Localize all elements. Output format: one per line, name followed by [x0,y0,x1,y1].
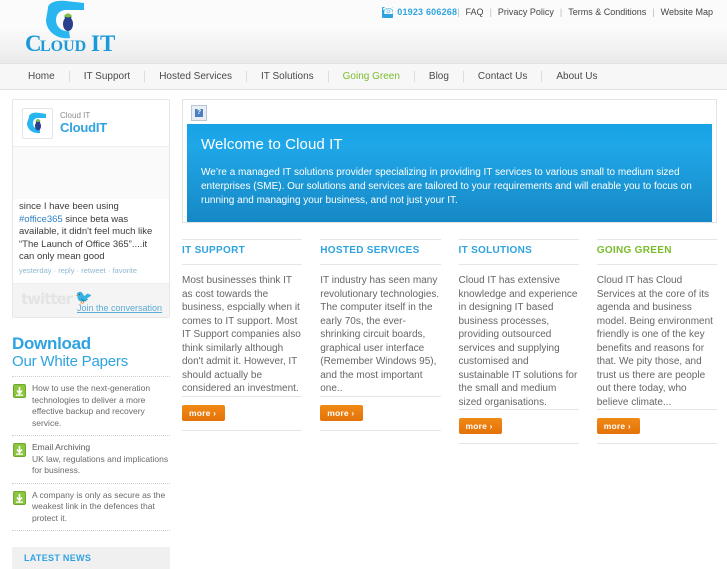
utility-nav: | FAQ | Privacy Policy | Terms & Conditi… [457,7,719,17]
utility-link-faq[interactable]: FAQ [460,7,490,17]
cloud-it-logo-icon: C LOUD IT [25,0,115,56]
tweet-time: yesterday [19,265,52,275]
twitter-feed-spacer [13,147,169,199]
hero-banner: Welcome to Cloud IT We’re a managed IT s… [187,124,712,222]
meta-dot: · [76,265,80,275]
hero-frame: ? Welcome to Cloud IT We’re a managed IT… [182,99,717,223]
column-body: Most businesses think IT as cost towards… [182,275,301,394]
tweet-favorite-link[interactable]: favorite [112,266,137,275]
twitter-header: Cloud IT CloudIT [13,100,169,146]
twitter-identity: Cloud IT CloudIT [60,111,107,135]
column-body: Cloud IT has extensive knowledge and exp… [458,275,578,408]
divider [320,264,441,265]
more-button[interactable]: more › [596,418,640,434]
nav-item-hosted-services[interactable]: Hosted Services [145,71,246,82]
divider [458,443,579,444]
twitter-handle: CloudIT [60,119,107,135]
tweet-meta: yesterday · reply · retweet · favorite [19,264,163,278]
primary-nav: Home IT Support Hosted Services IT Solut… [0,63,727,90]
avatar [22,108,53,139]
white-papers-block: Download Our White Papers How to use the… [12,334,170,531]
phone-number: 01923 606268 [397,7,458,17]
white-paper-desc: UK law, regulations and implications for… [32,453,169,476]
utility-link-privacy-policy[interactable]: Privacy Policy [492,7,560,17]
white-paper-text: Email Archiving UK law, regulations and … [32,442,170,477]
service-column-hosted-services: HOSTED SERVICES IT industry has seen man… [320,239,458,444]
divider [182,264,303,265]
service-column-it-support: IT SUPPORT Most businesses think IT as c… [182,239,320,444]
meta-dot: · [53,265,57,275]
hero-body: We’re a managed IT solutions provider sp… [201,167,692,206]
sidebar: Cloud IT CloudIT since I have been using… [12,99,170,569]
cloud-it-avatar-icon [27,112,46,134]
white-paper-text: A company is only as secure as the weake… [32,489,166,523]
download-arrow-icon [13,384,26,398]
twitter-feed: since I have been using #office365 since… [13,146,169,283]
divider [320,429,441,431]
more-button[interactable]: more › [182,404,226,421]
column-footer: more › [458,409,579,444]
twitter-wordmark: twitter [21,290,73,308]
white-paper-item[interactable]: Email Archiving UK law, regulations and … [12,436,170,484]
meta-dot: · [107,265,111,275]
download-arrow-icon [13,490,26,505]
white-paper-item[interactable]: A company is only as secure as the weake… [12,484,170,531]
column-heading: IT SOLUTIONS [458,239,579,256]
column-footer: more › [182,395,303,431]
divider [458,264,579,265]
column-footer: more › [596,409,717,444]
tweet-retweet-link[interactable]: retweet [81,266,106,275]
main-content: ? Welcome to Cloud IT We’re a managed IT… [182,99,717,569]
white-paper-text: How to use the next-generation technolog… [32,383,151,428]
divider [596,264,717,265]
white-paper-item[interactable]: How to use the next-generation technolog… [12,377,170,436]
service-column-it-solutions: IT SOLUTIONS Cloud IT has extensive know… [458,239,597,444]
latest-news-header: LATEST NEWS [12,547,170,569]
nav-item-home[interactable]: Home [14,71,69,82]
svg-text:LOUD: LOUD [40,38,86,55]
hero-title: Welcome to Cloud IT [201,136,343,153]
site-logo[interactable]: C LOUD IT [14,0,144,62]
download-arrow-icon [13,443,26,457]
tweet-hashtag[interactable]: #office365 [19,214,63,225]
more-button[interactable]: more › [458,418,502,434]
tweet-item: since I have been using #office365 since… [13,199,169,283]
column-heading: HOSTED SERVICES [320,239,441,256]
twitter-widget[interactable]: Cloud IT CloudIT since I have been using… [12,99,170,318]
divider [182,429,303,431]
phone-block: 01923 606268 [382,5,458,18]
service-columns: IT SUPPORT Most businesses think IT as c… [182,239,717,444]
twitter-footer: twitter 🐦 Join the conversation [13,283,169,317]
logo-band: C LOUD IT [0,0,727,63]
more-button[interactable]: more › [320,404,364,421]
utility-link-terms-conditions[interactable]: Terms & Conditions [562,7,652,17]
broken-image-icon: ? [191,105,207,121]
tweet-text-pre: since I have been using [19,201,119,212]
column-heading: GOING GREEN [596,239,717,256]
nav-item-contact-us[interactable]: Contact Us [464,71,541,82]
column-body: Cloud IT has Cloud Services at the core … [596,275,713,408]
nav-item-blog[interactable]: Blog [415,71,463,82]
utility-link-website-map[interactable]: Website Map [655,7,719,17]
join-conversation-link[interactable]: Join the conversation [77,303,162,313]
nav-item-going-green[interactable]: Going Green [329,71,414,82]
column-heading: IT SUPPORT [182,239,303,256]
white-paper-title: Email Archiving [32,442,91,452]
nav-item-it-solutions[interactable]: IT Solutions [247,71,328,82]
column-footer: more › [320,395,441,431]
page-body: Cloud IT CloudIT since I have been using… [0,90,727,569]
latest-news-label: LATEST NEWS [24,553,92,563]
column-body: IT industry has seen many revolutionary … [320,275,440,394]
download-heading: Download [12,334,91,353]
svg-text:IT: IT [91,31,115,56]
service-column-going-green: GOING GREEN Cloud IT has Cloud Services … [596,239,717,444]
nav-item-it-support[interactable]: IT Support [70,71,145,82]
divider [596,443,717,444]
phone-icon [382,5,394,18]
tweet-reply-link[interactable]: reply [58,266,74,275]
download-subheading: Our White Papers [12,353,129,370]
nav-item-about-us[interactable]: About Us [542,71,611,82]
